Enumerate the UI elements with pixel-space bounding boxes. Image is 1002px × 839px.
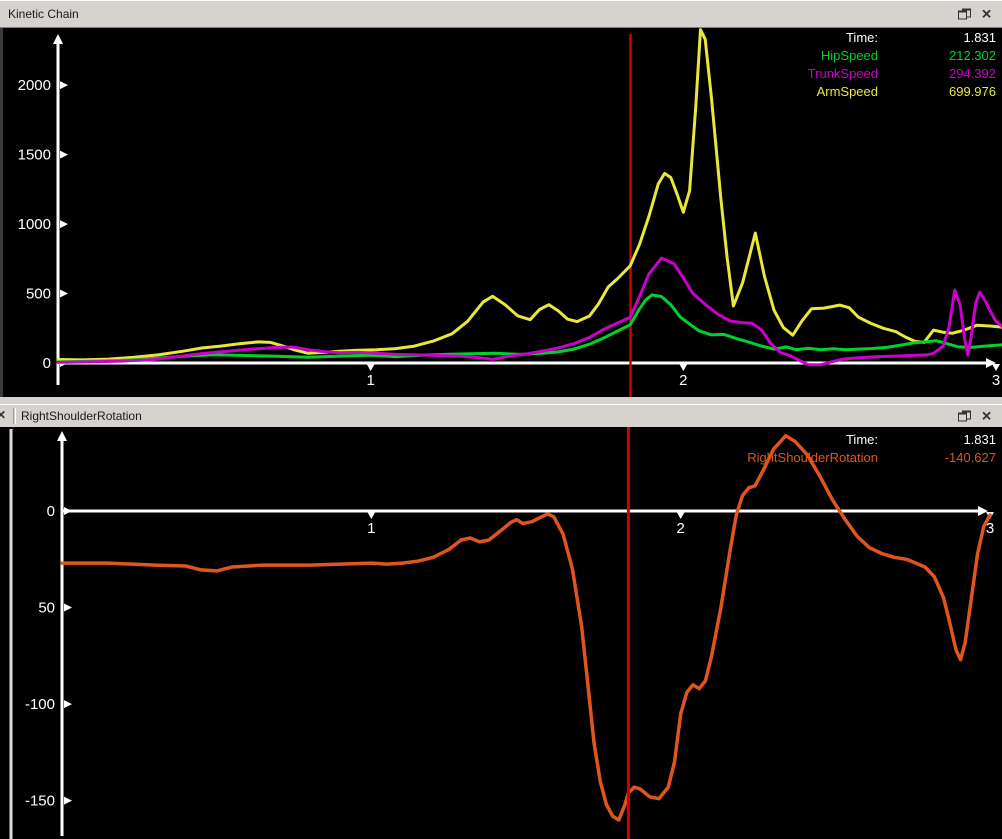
x-tick-label: 2 bbox=[679, 372, 687, 389]
x-tick-label: 3 bbox=[992, 372, 1000, 389]
right-shoulder-rotation-plot[interactable]: 050-100-150123 bbox=[0, 427, 1002, 839]
legend-row-hipspeed: HipSpeed 212.302 bbox=[808, 47, 996, 65]
y-tick-label: 2000 bbox=[18, 77, 51, 94]
kinetic-chain-title: Kinetic Chain bbox=[8, 7, 79, 21]
legend-rsr-value: -140.627 bbox=[878, 449, 996, 467]
close-icon[interactable]: ✕ bbox=[981, 8, 992, 21]
y-tick-marker-icon bbox=[60, 290, 68, 298]
y-tick-marker-icon bbox=[64, 507, 72, 515]
panel-divider bbox=[0, 397, 1002, 404]
x-tick-label: 2 bbox=[676, 520, 684, 537]
legend-hipspeed-label: HipSpeed bbox=[821, 47, 878, 65]
series-rightshoulderrotation bbox=[62, 436, 990, 820]
y-tick-label: 1000 bbox=[18, 216, 51, 233]
y-tick-marker-icon bbox=[64, 797, 72, 805]
x-tick-label: 1 bbox=[367, 520, 375, 537]
x-tick-marker-icon bbox=[677, 512, 685, 519]
y-tick-label: 1500 bbox=[18, 147, 51, 164]
legend-time-label: Time: bbox=[846, 29, 878, 47]
cropped-close-icon: ✕ bbox=[0, 408, 6, 422]
right-shoulder-rotation-titlebar[interactable]: ✕ RightShoulderRotation ✕ bbox=[0, 404, 1002, 428]
legend-time-value: 1.831 bbox=[878, 431, 996, 449]
legend-hipspeed-value: 212.302 bbox=[878, 47, 996, 65]
legend-rsr-label: RightShoulderRotation bbox=[747, 449, 878, 467]
x-tick-label: 1 bbox=[366, 372, 374, 389]
x-axis-arrow-icon bbox=[978, 506, 988, 516]
x-tick-marker-icon bbox=[992, 364, 1000, 371]
y-tick-label: 0 bbox=[43, 355, 51, 372]
y-tick-marker-icon bbox=[60, 220, 68, 228]
kinetic-chain-titlebar[interactable]: Kinetic Chain ✕ bbox=[0, 0, 1002, 28]
y-tick-label: 0 bbox=[47, 503, 55, 520]
legend-row-rightshoulderrotation: RightShoulderRotation -140.627 bbox=[747, 449, 996, 467]
restore-front-rect bbox=[958, 413, 967, 422]
y-axis-arrow-icon bbox=[57, 431, 67, 441]
kinetic-chain-legend: Time: 1.831 HipSpeed 212.302 TrunkSpeed … bbox=[808, 29, 996, 101]
legend-row-armspeed: ArmSpeed 699.976 bbox=[808, 83, 996, 101]
close-icon[interactable]: ✕ bbox=[981, 410, 992, 423]
y-axis-arrow-icon bbox=[53, 34, 63, 44]
legend-armspeed-value: 699.976 bbox=[878, 83, 996, 101]
titlebar-separator bbox=[13, 408, 16, 424]
legend-time-label: Time: bbox=[846, 431, 878, 449]
right-shoulder-rotation-title: RightShoulderRotation bbox=[21, 409, 142, 423]
legend-armspeed-label: ArmSpeed bbox=[817, 83, 878, 101]
right-shoulder-rotation-legend: Time: 1.831 RightShoulderRotation -140.6… bbox=[747, 431, 996, 467]
float-window-icon[interactable] bbox=[958, 411, 971, 422]
y-tick-marker-icon bbox=[64, 604, 72, 612]
legend-trunkspeed-value: 294.392 bbox=[878, 65, 996, 83]
legend-row-time: Time: 1.831 bbox=[747, 431, 996, 449]
legend-trunkspeed-label: TrunkSpeed bbox=[808, 65, 878, 83]
workspace: Kinetic Chain ✕ 0500100015002000123 Time… bbox=[0, 0, 1002, 839]
restore-front-rect bbox=[958, 11, 967, 20]
y-tick-marker-icon bbox=[60, 81, 68, 89]
x-tick-marker-icon bbox=[367, 512, 375, 519]
y-tick-marker-icon bbox=[64, 700, 72, 708]
y-tick-label: 50 bbox=[38, 600, 55, 617]
x-tick-marker-icon bbox=[679, 364, 687, 371]
y-tick-label: -100 bbox=[25, 696, 55, 713]
y-tick-marker-icon bbox=[60, 151, 68, 159]
float-window-icon[interactable] bbox=[958, 9, 971, 20]
legend-row-trunkspeed: TrunkSpeed 294.392 bbox=[808, 65, 996, 83]
legend-row-time: Time: 1.831 bbox=[808, 29, 996, 47]
y-tick-label: -150 bbox=[25, 793, 55, 810]
legend-time-value: 1.831 bbox=[878, 29, 996, 47]
y-tick-label: 500 bbox=[26, 286, 51, 303]
x-tick-marker-icon bbox=[367, 364, 375, 371]
